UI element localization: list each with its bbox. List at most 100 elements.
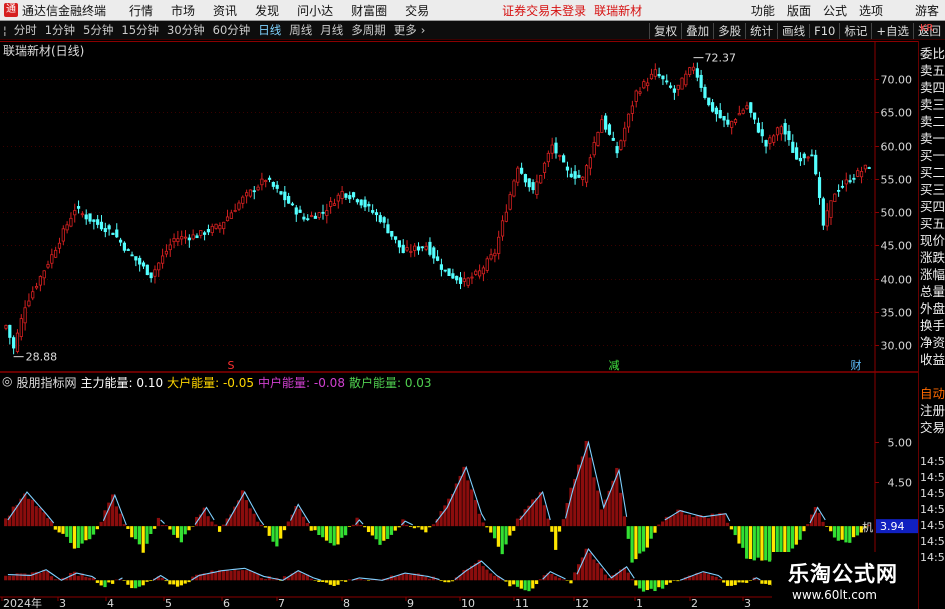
indicator-name[interactable]: 股朋指标网 <box>16 374 76 391</box>
sidebar-field-7[interactable]: 买二 <box>920 164 945 181</box>
date-tick-label: 11 <box>515 597 529 609</box>
sidebar-field-9[interactable]: 买四 <box>920 198 945 215</box>
candle-body <box>435 256 440 261</box>
energy-bar-upper <box>790 526 795 549</box>
sidebar-field-5[interactable]: 卖一 <box>920 130 945 147</box>
candle-body <box>229 212 233 219</box>
energy-bar-upper <box>622 516 627 527</box>
candle-body <box>523 174 528 183</box>
sidebar-field-14[interactable]: 总量 <box>920 283 945 300</box>
sidebar-field-2[interactable]: 卖四 <box>920 79 945 96</box>
sidebar-action-2[interactable]: 交易 <box>920 419 945 436</box>
candle-body <box>745 105 749 109</box>
energy-bar-lower <box>53 579 57 581</box>
candle-body <box>145 264 149 276</box>
energy-bar-lower <box>538 579 543 581</box>
sidebar-field-8[interactable]: 买三 <box>920 181 945 198</box>
candle-body <box>332 203 337 206</box>
energy-bar-lower <box>424 576 428 581</box>
energy-bar-upper <box>118 513 122 527</box>
candle-body <box>535 181 539 195</box>
sidebar-field-4[interactable]: 卖二 <box>920 113 945 130</box>
candle-body <box>646 82 650 87</box>
candle-body <box>359 199 363 206</box>
energy-bar-upper <box>806 524 810 527</box>
big-energy-value: -0.05 <box>222 376 255 390</box>
energy-bar-lower <box>737 580 741 583</box>
energy-bar-lower <box>638 580 642 589</box>
sidebar-field-13[interactable]: 涨幅 <box>920 266 945 283</box>
sidebar-field-18[interactable]: 收益 <box>920 351 945 368</box>
energy-bar-upper <box>561 519 565 527</box>
energy-bar-upper <box>466 480 470 527</box>
date-tick-label: 10 <box>461 597 475 609</box>
sidebar-action-1[interactable]: 注册 <box>920 402 945 419</box>
sidebar-field-16[interactable]: 换手 <box>920 317 945 334</box>
candle-body <box>92 219 96 222</box>
energy-bar-lower <box>23 573 27 581</box>
candle-body <box>8 324 12 338</box>
energy-bar-upper <box>340 526 344 538</box>
candle-body <box>676 84 680 90</box>
sidebar-action-0[interactable]: 自动 <box>920 385 945 402</box>
sidebar-field-10[interactable]: 买五 <box>920 215 945 232</box>
mid-energy-value: -0.08 <box>313 376 345 390</box>
energy-bar-upper <box>848 526 852 543</box>
energy-bar-upper <box>657 524 661 527</box>
energy-edge-line <box>160 519 165 524</box>
energy-bar-lower <box>84 576 88 581</box>
date-tick-label: 2024年 <box>3 596 42 609</box>
sidebar-field-11[interactable]: 现价 <box>920 232 945 249</box>
energy-bar-upper <box>217 526 222 532</box>
sidebar-trade-time: 14:56 <box>920 455 945 468</box>
energy-bar-upper <box>389 526 394 535</box>
energy-bar-upper <box>420 526 424 530</box>
candle-body <box>237 202 241 210</box>
energy-bar-upper <box>378 526 382 545</box>
energy-bar-upper <box>286 521 290 527</box>
chart-canvas[interactable]: 30.0035.0040.0045.0050.0055.0060.0065.00… <box>0 0 945 609</box>
sidebar-trade-time: 14:56 <box>920 519 945 532</box>
energy-bar-upper <box>324 526 329 541</box>
energy-bar-upper <box>431 524 436 527</box>
energy-bar-lower <box>443 580 447 583</box>
energy-bar-lower <box>133 580 138 589</box>
sidebar-field-6[interactable]: 买一 <box>920 147 945 164</box>
sidebar-field-3[interactable]: 卖三 <box>920 96 945 113</box>
energy-bar-upper <box>332 526 336 546</box>
sidebar-field-15[interactable]: 外盘 <box>920 300 945 317</box>
energy-bar-upper <box>599 509 604 527</box>
candle-body <box>817 177 822 198</box>
sidebar-field-17[interactable]: 净资 <box>920 334 945 351</box>
date-tick-label: 4 <box>107 597 114 609</box>
energy-bar-upper <box>630 526 634 563</box>
sidebar-field-12[interactable]: 涨跌 <box>920 249 945 266</box>
candle-body <box>825 210 829 227</box>
energy-bar-lower <box>321 580 325 582</box>
energy-bar-upper <box>344 526 348 536</box>
energy-bar-lower <box>46 571 50 581</box>
candle-body <box>783 123 787 135</box>
energy-bar-lower <box>557 577 562 581</box>
candle-body <box>245 192 249 197</box>
indicator-collapse-icon[interactable]: ◎ <box>2 374 12 391</box>
energy-bar-lower <box>725 580 730 586</box>
sidebar-field-0[interactable]: 委比 <box>920 45 945 62</box>
date-tick-label: 6 <box>223 597 230 609</box>
energy-bar-lower <box>324 580 329 583</box>
energy-bar-lower <box>641 580 646 592</box>
candle-body <box>672 88 676 93</box>
energy-bar-lower <box>531 580 535 589</box>
s-event-marker: S <box>228 359 235 372</box>
energy-bar-lower <box>313 580 317 581</box>
energy-bar-lower <box>225 570 229 581</box>
candle-body <box>260 178 264 186</box>
energy-bar-lower <box>336 580 340 585</box>
energy-bar-lower <box>126 580 130 585</box>
energy-bar-upper <box>416 526 420 528</box>
sidebar-field-1[interactable]: 卖五 <box>920 62 945 79</box>
date-tick-label: 3 <box>59 597 66 609</box>
candle-body <box>23 307 27 324</box>
energy-bar-upper <box>282 526 287 531</box>
candle-body <box>420 246 424 249</box>
